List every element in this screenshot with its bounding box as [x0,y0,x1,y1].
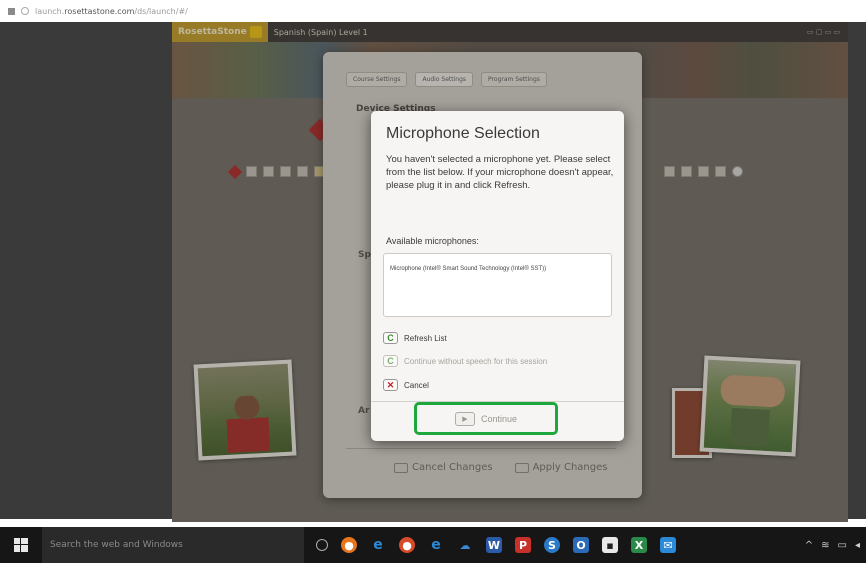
continue-without-speech-button[interactable]: C Continue without speech for this sessi… [383,355,547,367]
cancel-button[interactable]: ✕ Cancel [383,379,429,391]
refresh-icon: C [383,332,398,344]
continue-button[interactable]: ▶ Continue [454,411,518,426]
windows-logo-icon [14,538,28,552]
onedrive-icon[interactable]: ☁ [457,537,473,553]
cancel-x-icon: ✕ [383,379,398,391]
edge-icon[interactable]: e [370,537,386,553]
info-icon[interactable] [21,7,29,15]
play-icon: ▶ [454,411,475,426]
microphone-list[interactable]: Microphone (Intel® Smart Sound Technolog… [383,253,612,317]
firefox-icon[interactable]: ● [341,537,357,553]
dialog-description: You haven't selected a microphone yet. P… [386,154,614,191]
volume-icon[interactable]: ◂ [855,540,860,551]
store-icon[interactable]: ▪ [602,537,618,553]
continue-label: Continue [480,413,518,424]
continue-without-speech-label: Continue without speech for this session [404,356,548,366]
microphone-list-item[interactable]: Microphone (Intel® Smart Sound Technolog… [390,266,546,272]
refresh-list-button[interactable]: C Refresh List [383,332,447,344]
taskbar-search-box[interactable]: Search the web and Windows [42,527,304,563]
microphone-selection-dialog: Microphone Selection You haven't selecte… [371,111,624,441]
windows-taskbar: Search the web and Windows ● e ● e ☁ W P… [0,527,866,563]
available-microphones-label: Available microphones: [386,236,479,246]
dialog-title: Microphone Selection [386,125,540,142]
internet-explorer-icon[interactable]: e [428,537,444,553]
no-speech-icon: C [383,355,398,367]
continue-highlight: ▶ Continue [414,402,558,435]
system-tray: ^ ≋ ▭ ◂ [805,527,860,563]
task-view-icon[interactable] [316,539,328,551]
outlook-icon[interactable]: O [573,537,589,553]
taskbar-apps: ● e ● e ☁ W P S O ▪ X ✉ [316,537,676,553]
excel-icon[interactable]: X [631,537,647,553]
chevron-up-icon[interactable]: ^ [805,540,813,551]
network-icon[interactable]: ≋ [821,540,829,551]
mail-icon[interactable]: ✉ [660,537,676,553]
address-text[interactable]: launch.rosettastone.com/ds/launch/#/ [35,7,188,16]
battery-icon[interactable]: ▭ [838,540,847,551]
browser-address-bar[interactable]: launch.rosettastone.com/ds/launch/#/ [0,0,866,22]
skype-icon[interactable]: S [544,537,560,553]
page-icon [8,7,15,15]
chrome-icon[interactable]: ● [399,537,415,553]
windows-start-button[interactable] [0,527,42,563]
refresh-list-label: Refresh List [404,333,447,343]
powerpoint-icon[interactable]: P [515,537,531,553]
cancel-label: Cancel [404,380,429,390]
word-icon[interactable]: W [486,537,502,553]
